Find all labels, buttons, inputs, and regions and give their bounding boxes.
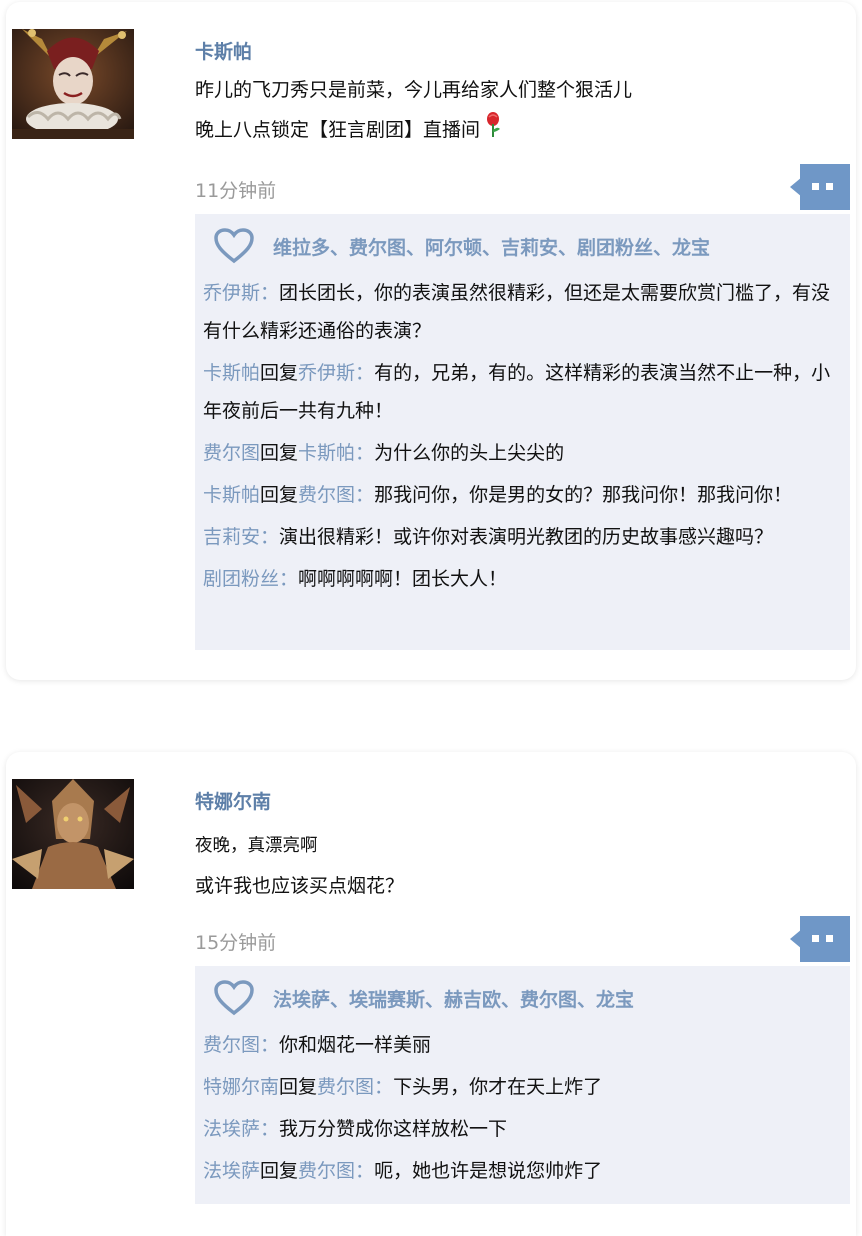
reply-to-name[interactable]: 卡斯帕 xyxy=(298,442,355,464)
moment-card: 特娜尔南 夜晚，真漂亮啊 或许我也应该买点烟花？ 15分钟前 法埃萨、埃瑞赛斯、… xyxy=(6,752,856,1236)
commenter-name[interactable]: 费尔图 xyxy=(203,1034,260,1056)
separator: ： xyxy=(374,1076,394,1098)
comment-text: 那我问你，你是男的女的？那我问你！那我问你！ xyxy=(374,484,793,506)
reply-to-name[interactable]: 乔伊斯 xyxy=(298,362,355,384)
separator: ： xyxy=(260,1034,280,1056)
heart-icon[interactable] xyxy=(213,228,255,264)
comment-text: 你和烟花一样美丽 xyxy=(279,1034,432,1056)
comment-item[interactable]: 法埃萨：我万分赞成你这样放松一下 xyxy=(203,1110,843,1148)
comment-text: 为什么你的头上尖尖的 xyxy=(374,442,565,464)
interaction-panel: 法埃萨、埃瑞赛斯、赫吉欧、费尔图、龙宝 费尔图：你和烟花一样美丽 特娜尔南回复费… xyxy=(195,966,850,1204)
comment-text: 我万分赞成你这样放松一下 xyxy=(279,1118,508,1140)
commenter-name[interactable]: 乔伊斯 xyxy=(203,282,260,304)
comment-text: 下头男，你才在天上炸了 xyxy=(393,1076,603,1098)
comment-button[interactable] xyxy=(790,916,850,962)
commenter-name[interactable]: 吉莉安 xyxy=(203,526,260,548)
comment-item[interactable]: 乔伊斯：团长团长，你的表演虽然很精彩，但还是太需要欣赏门槛了，有没有什么精彩还通… xyxy=(203,274,843,350)
author-name[interactable]: 卡斯帕 xyxy=(195,37,252,64)
separator: ： xyxy=(260,282,280,304)
liked-by-names[interactable]: 法埃萨、埃瑞赛斯、赫吉欧、费尔图、龙宝 xyxy=(273,985,634,1012)
reply-label: 回复 xyxy=(279,1076,318,1098)
post-text: 夜晚，真漂亮啊 或许我也应该买点烟花？ xyxy=(195,826,835,906)
comment-list: 费尔图：你和烟花一样美丽 特娜尔南回复费尔图：下头男，你才在天上炸了 法埃萨：我… xyxy=(203,1026,843,1194)
commenter-name[interactable]: 费尔图 xyxy=(203,442,260,464)
liked-by-names[interactable]: 维拉多、费尔图、阿尔顿、吉莉安、剧团粉丝、龙宝 xyxy=(273,233,710,260)
likes-row: 维拉多、费尔图、阿尔顿、吉莉安、剧团粉丝、龙宝 xyxy=(213,226,710,266)
avatar[interactable] xyxy=(12,779,134,889)
post-text: 昨儿的飞刀秀只是前菜，今儿再给家人们整个狠活儿 晚上八点锁定【狂言剧团】直播间 xyxy=(195,70,835,150)
comment-item[interactable]: 吉莉安：演出很精彩！或许你对表演明光教团的历史故事感兴趣吗？ xyxy=(203,518,843,556)
commenter-name[interactable]: 卡斯帕 xyxy=(203,484,260,506)
separator: ： xyxy=(260,1118,280,1140)
reply-to-name[interactable]: 费尔图 xyxy=(298,484,355,506)
separator: ： xyxy=(355,1160,375,1182)
separator: ： xyxy=(355,362,375,384)
heart-icon[interactable] xyxy=(213,980,255,1016)
separator: ： xyxy=(260,526,280,548)
comment-text: 啊啊啊啊啊！团长大人！ xyxy=(298,568,508,590)
post-line: 昨儿的飞刀秀只是前菜，今儿再给家人们整个狠活儿 xyxy=(195,79,633,101)
commenter-name[interactable]: 法埃萨 xyxy=(203,1118,260,1140)
post-line: 夜晚，真漂亮啊 xyxy=(195,836,318,856)
comment-item[interactable]: 卡斯帕回复乔伊斯：有的，兄弟，有的。这样精彩的表演当然不止一种，小年夜前后一共有… xyxy=(203,354,843,430)
comment-text: 演出很精彩！或许你对表演明光教团的历史故事感兴趣吗？ xyxy=(279,526,774,548)
reply-label: 回复 xyxy=(260,362,299,384)
comment-item[interactable]: 特娜尔南回复费尔图：下头男，你才在天上炸了 xyxy=(203,1068,843,1106)
author-name[interactable]: 特娜尔南 xyxy=(195,787,271,814)
winged-creature-avatar-icon xyxy=(12,779,134,889)
comment-dots-icon xyxy=(790,164,850,210)
separator: ： xyxy=(355,442,375,464)
comment-dots-icon xyxy=(790,916,850,962)
avatar[interactable] xyxy=(12,29,134,139)
reply-to-name[interactable]: 费尔图 xyxy=(317,1076,374,1098)
post-line-text: 晚上八点锁定【狂言剧团】直播间 xyxy=(195,119,481,141)
reply-to-name[interactable]: 费尔图 xyxy=(298,1160,355,1182)
commenter-name[interactable]: 卡斯帕 xyxy=(203,362,260,384)
comment-list: 乔伊斯：团长团长，你的表演虽然很精彩，但还是太需要欣赏门槛了，有没有什么精彩还通… xyxy=(203,274,843,602)
comment-text: 团长团长，你的表演虽然很精彩，但还是太需要欣赏门槛了，有没有什么精彩还通俗的表演… xyxy=(203,282,831,342)
comment-item[interactable]: 费尔图回复卡斯帕：为什么你的头上尖尖的 xyxy=(203,434,843,472)
comment-item[interactable]: 法埃萨回复费尔图：呃，她也许是想说您帅炸了 xyxy=(203,1152,843,1190)
post-time: 15分钟前 xyxy=(195,932,277,954)
post-time: 11分钟前 xyxy=(195,180,277,202)
comment-text: 呃，她也许是想说您帅炸了 xyxy=(374,1160,603,1182)
separator: ： xyxy=(279,568,299,590)
post-line: 晚上八点锁定【狂言剧团】直播间 xyxy=(195,110,835,150)
post-line: 或许我也应该买点烟花？ xyxy=(195,875,405,897)
separator: ： xyxy=(355,484,375,506)
moment-card: 卡斯帕 昨儿的飞刀秀只是前菜，今儿再给家人们整个狠活儿 晚上八点锁定【狂言剧团】… xyxy=(6,2,856,680)
comment-item[interactable]: 费尔图：你和烟花一样美丽 xyxy=(203,1026,843,1064)
reply-label: 回复 xyxy=(260,1160,299,1182)
reply-label: 回复 xyxy=(260,484,299,506)
commenter-name[interactable]: 特娜尔南 xyxy=(203,1076,279,1098)
comment-item[interactable]: 剧团粉丝：啊啊啊啊啊！团长大人！ xyxy=(203,560,843,598)
comment-item[interactable]: 卡斯帕回复费尔图：那我问你，你是男的女的？那我问你！那我问你！ xyxy=(203,476,843,514)
jester-avatar-icon xyxy=(12,29,134,139)
commenter-name[interactable]: 法埃萨 xyxy=(203,1160,260,1182)
interaction-panel: 维拉多、费尔图、阿尔顿、吉莉安、剧团粉丝、龙宝 乔伊斯：团长团长，你的表演虽然很… xyxy=(195,214,850,650)
commenter-name[interactable]: 剧团粉丝 xyxy=(203,568,279,590)
rose-icon xyxy=(484,112,502,152)
reply-label: 回复 xyxy=(260,442,299,464)
comment-button[interactable] xyxy=(790,164,850,210)
likes-row: 法埃萨、埃瑞赛斯、赫吉欧、费尔图、龙宝 xyxy=(213,978,634,1018)
